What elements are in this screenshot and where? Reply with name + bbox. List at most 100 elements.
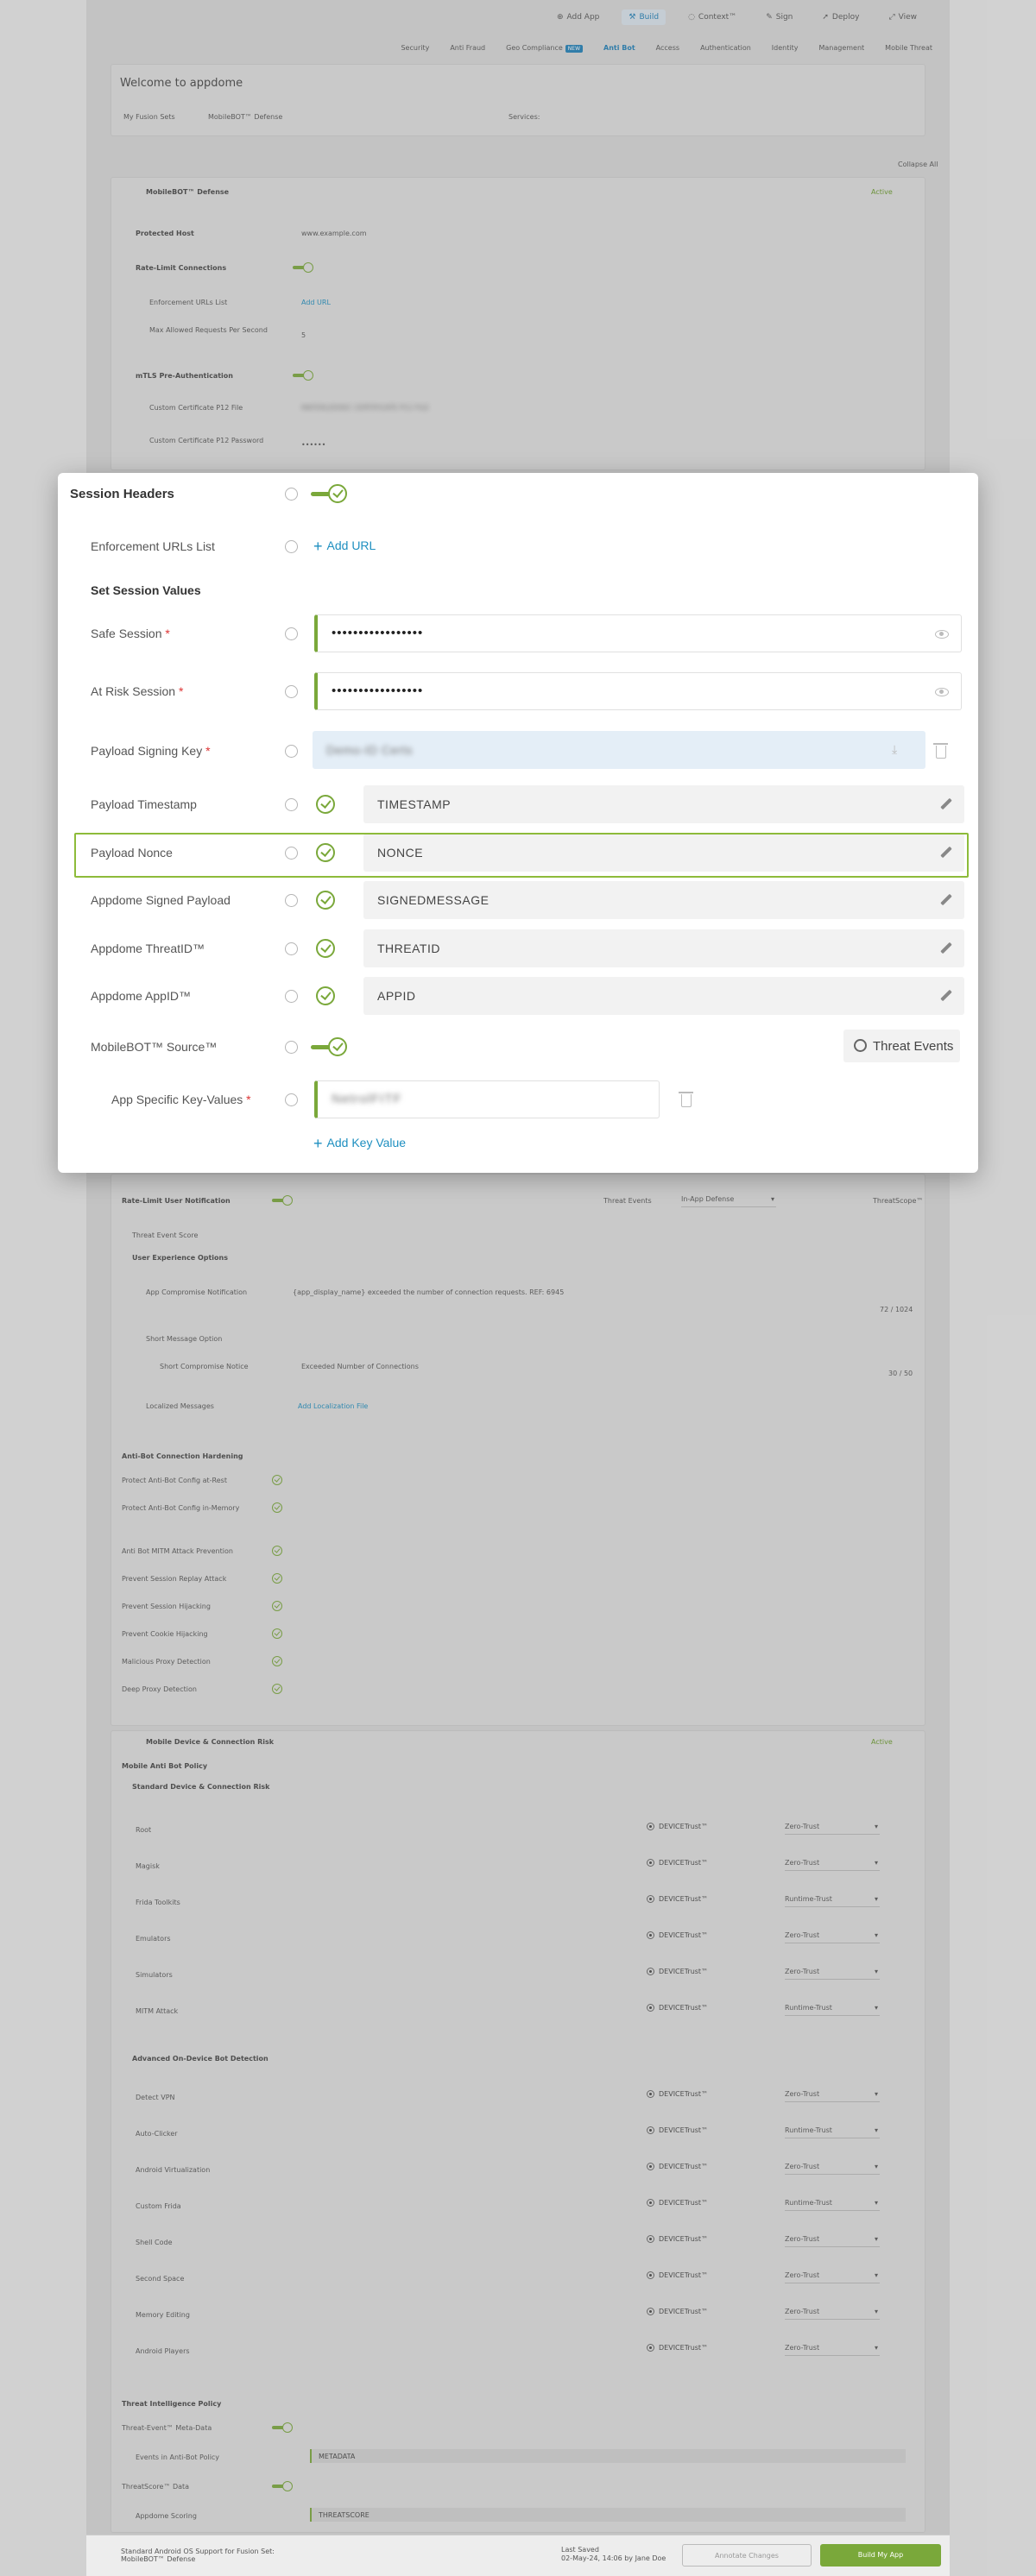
pencil-icon[interactable] <box>938 893 952 907</box>
short-notice-value[interactable]: Exceeded Number of Connections <box>301 1363 419 1370</box>
trust-level-select[interactable]: Zero-Trust <box>785 2344 880 2356</box>
devicetrust-option[interactable]: DEVICETrust™ <box>647 2163 708 2170</box>
device-risk-item-toggle[interactable] <box>272 1824 296 1835</box>
signed-payload-field[interactable]: SIGNEDMESSAGE <box>363 881 964 919</box>
annotate-button[interactable]: Annotate Changes <box>682 2544 812 2567</box>
view-button[interactable]: ⤢ View <box>881 9 924 25</box>
context-button[interactable]: ◌ Context™ <box>681 9 743 25</box>
tab-geo-compliance[interactable]: Geo Compliance NEW <box>506 44 584 53</box>
devicetrust-option[interactable]: DEVICETrust™ <box>647 2126 708 2134</box>
trust-level-select[interactable]: Zero-Trust <box>785 1823 880 1835</box>
trust-level-select[interactable]: Runtime-Trust <box>785 1895 880 1907</box>
pencil-icon[interactable] <box>938 797 952 811</box>
add-localization-link[interactable]: Add Localization File <box>298 1402 368 1410</box>
tab-authentication[interactable]: Authentication <box>700 44 751 52</box>
devicetrust-option[interactable]: DEVICETrust™ <box>647 2235 708 2243</box>
info-icon[interactable] <box>285 685 298 698</box>
add-url-link[interactable]: Add URL <box>301 299 331 306</box>
protected-host-value[interactable]: www.example.com <box>301 230 367 237</box>
info-icon[interactable] <box>285 488 298 501</box>
info-icon[interactable] <box>285 942 298 955</box>
trust-level-select[interactable]: Zero-Trust <box>785 2090 880 2102</box>
hardening-item-check[interactable] <box>272 1656 282 1666</box>
info-icon[interactable] <box>285 1041 298 1054</box>
hardening-item-check[interactable] <box>272 1601 282 1611</box>
cert-password-value[interactable]: •••••• <box>301 441 325 449</box>
devicetrust-option[interactable]: DEVICETrust™ <box>647 1895 708 1903</box>
tab-anti-fraud[interactable]: Anti Fraud <box>450 44 485 52</box>
at-risk-session-input[interactable]: ••••••••••••••••• <box>314 672 962 710</box>
info-icon[interactable] <box>285 990 298 1003</box>
device-risk-item-toggle[interactable] <box>272 2092 296 2102</box>
key-values-input[interactable]: NetrolFITF <box>314 1080 660 1118</box>
devicetrust-option[interactable]: DEVICETrust™ <box>647 2090 708 2098</box>
max-requests-value[interactable]: 5 <box>301 331 306 339</box>
add-app-button[interactable]: ⊕ Add App <box>550 9 606 25</box>
add-key-value-button[interactable]: + Add Key Value <box>313 1135 406 1153</box>
sign-button[interactable]: ✎ Sign <box>759 9 799 25</box>
tab-mobile-threat[interactable]: Mobile Threat <box>885 44 932 52</box>
hardening-item-check[interactable] <box>272 1502 282 1513</box>
trust-level-select[interactable]: Runtime-Trust <box>785 2126 880 2138</box>
device-risk-item-toggle[interactable] <box>272 2006 296 2016</box>
in-app-select[interactable]: In-App Defense <box>681 1195 776 1207</box>
safe-session-input[interactable]: ••••••••••••••••• <box>314 614 962 652</box>
tab-management[interactable]: Management <box>818 44 864 52</box>
download-icon[interactable]: ⤓ <box>892 742 897 757</box>
timestamp-check[interactable] <box>316 795 335 814</box>
trust-level-select[interactable]: Zero-Trust <box>785 2163 880 2175</box>
info-icon[interactable] <box>285 894 298 907</box>
trust-level-select[interactable]: Zero-Trust <box>785 2235 880 2247</box>
signed-payload-check[interactable] <box>316 891 335 910</box>
pencil-icon[interactable] <box>938 989 952 1003</box>
devicetrust-option[interactable]: DEVICETrust™ <box>647 1823 708 1830</box>
appid-field[interactable]: APPID <box>363 977 964 1015</box>
devicetrust-option[interactable]: DEVICETrust™ <box>647 2199 708 2207</box>
trust-level-select[interactable]: Zero-Trust <box>785 1931 880 1943</box>
devicetrust-option[interactable]: DEVICETrust™ <box>647 2308 708 2315</box>
mtls-toggle[interactable] <box>293 370 317 381</box>
tab-identity[interactable]: Identity <box>772 44 799 52</box>
hardening-item-check[interactable] <box>272 1475 282 1485</box>
trust-level-select[interactable]: Runtime-Trust <box>785 2004 880 2016</box>
defense-name[interactable]: MobileBOT™ Defense <box>208 113 282 121</box>
device-risk-item-toggle[interactable] <box>272 1969 296 1980</box>
trust-level-select[interactable]: Runtime-Trust <box>785 2199 880 2211</box>
build-button[interactable]: ⚒ Build <box>622 9 666 25</box>
device-risk-item-toggle[interactable] <box>272 1861 296 1871</box>
scoring-value[interactable]: THREATSCORE <box>310 2508 906 2522</box>
trust-level-select[interactable]: Zero-Trust <box>785 2271 880 2283</box>
device-risk-item-toggle[interactable] <box>272 2237 296 2247</box>
events-policy-value[interactable]: METADATA <box>310 2449 906 2463</box>
info-icon[interactable] <box>285 1093 298 1106</box>
eye-icon[interactable] <box>935 630 949 639</box>
devicetrust-option[interactable]: DEVICETrust™ <box>647 1859 708 1867</box>
device-risk-item-toggle[interactable] <box>272 2128 296 2138</box>
device-risk-item-toggle[interactable] <box>272 2201 296 2211</box>
hardening-item-check[interactable] <box>272 1573 282 1584</box>
trust-level-select[interactable]: Zero-Trust <box>785 1968 880 1980</box>
rate-notify-toggle[interactable] <box>272 1195 296 1206</box>
device-risk-item-toggle[interactable] <box>272 2164 296 2175</box>
device-risk-item-toggle[interactable] <box>272 2309 296 2320</box>
hardening-item-check[interactable] <box>272 1546 282 1556</box>
devicetrust-option[interactable]: DEVICETrust™ <box>647 1931 708 1939</box>
threat-events-button[interactable]: Threat Events <box>843 1030 960 1062</box>
tab-security[interactable]: Security <box>401 44 429 52</box>
device-risk-item-toggle[interactable] <box>272 1933 296 1943</box>
meta-data-toggle[interactable] <box>272 2422 296 2433</box>
trust-level-select[interactable]: Zero-Trust <box>785 1859 880 1871</box>
threatscope-badge[interactable]: ThreatScope™ <box>873 1197 923 1205</box>
threatscore-toggle[interactable] <box>272 2481 296 2491</box>
build-my-app-button[interactable]: Build My App <box>820 2544 941 2567</box>
device-risk-item-toggle[interactable] <box>272 1897 296 1907</box>
payload-signing-key-field[interactable]: Demo-ID Certs <box>313 731 925 769</box>
eye-icon[interactable] <box>935 688 949 696</box>
device-risk-item-toggle[interactable] <box>272 2273 296 2283</box>
add-url-button[interactable]: + Add URL <box>313 538 376 556</box>
compromise-value[interactable]: {app_display_name} exceeded the number o… <box>293 1288 564 1296</box>
trash-icon[interactable] <box>679 1092 693 1107</box>
devicetrust-option[interactable]: DEVICETrust™ <box>647 2344 708 2352</box>
appid-check[interactable] <box>316 986 335 1005</box>
info-icon[interactable] <box>285 745 298 758</box>
